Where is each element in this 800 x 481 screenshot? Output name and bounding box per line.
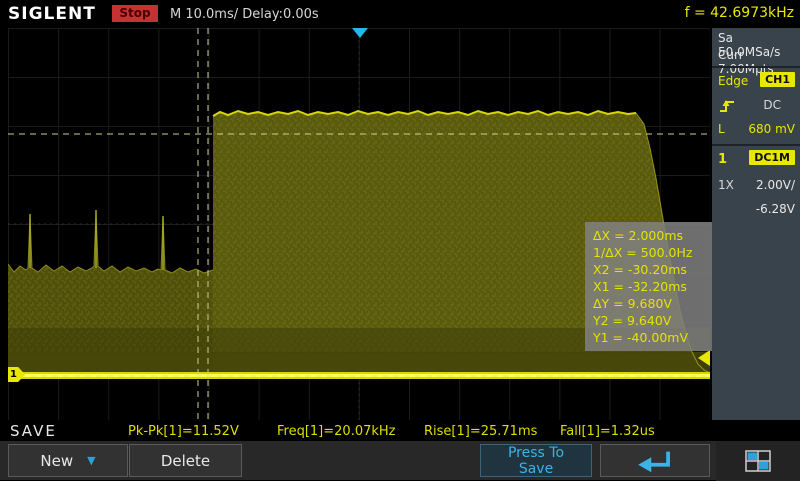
sidebar-divider	[712, 66, 800, 68]
grid-icon	[745, 450, 771, 472]
press-to-save-button[interactable]: Press To Save	[480, 444, 592, 477]
chevron-down-icon: ▼	[87, 454, 96, 467]
cursor-x1: X1 = -32.20ms	[593, 279, 687, 294]
cursor-inv-dx: 1/ΔX = 500.0Hz	[593, 245, 693, 260]
measurement-rise: Rise[1]=25.71ms	[424, 424, 538, 439]
channel-offset[interactable]: -6.28V	[756, 202, 795, 216]
oscilloscope-screen: SIGLENT Stop M 10.0ms/ Delay:0.00s f = 4…	[0, 0, 800, 481]
cursor-readout-box: ΔX = 2.000ms 1/ΔX = 500.0Hz X2 = -30.20m…	[585, 222, 725, 351]
trigger-source-chip[interactable]: CH1	[760, 72, 795, 87]
trigger-coupling-row: DC	[718, 98, 795, 116]
measurement-fall: Fall[1]=1.32us	[560, 424, 655, 439]
trigger-level-row: L 680 mV	[718, 122, 795, 140]
active-menu-label: SAVE	[10, 422, 57, 440]
frequency-counter: f = 42.6973kHz	[684, 5, 794, 21]
softkey-menu-bar: New ▼ Delete Press To Save	[0, 440, 800, 481]
rising-edge-icon	[718, 98, 736, 114]
memory-depth-readout: Curr 7.00Mpts	[718, 48, 774, 76]
waveform-display[interactable]: 1 ΔX = 2.000ms 1/ΔX = 500.0Hz X2 = -30.2…	[8, 28, 725, 420]
status-bar: SAVE Pk-Pk[1]=11.52V Freq[1]=20.07kHz Ri…	[0, 420, 800, 440]
delete-button-label: Delete	[160, 451, 211, 470]
channel-offset-row: -6.28V	[718, 202, 795, 220]
new-button[interactable]: New ▼	[8, 444, 128, 477]
trigger-mode-row: Edge CH1	[718, 72, 795, 92]
trigger-level-value: 680 mV	[748, 122, 795, 136]
sample-rate-readout: Sa 50.0MSa/s	[718, 31, 781, 59]
save-button-line2: Save	[518, 460, 554, 477]
right-sidebar: Sa 50.0MSa/s Curr 7.00Mpts Edge CH1 DC L…	[712, 28, 800, 422]
trigger-level-label: L	[718, 122, 725, 136]
new-button-label: New	[40, 451, 74, 470]
measurement-pkpk: Pk-Pk[1]=11.52V	[128, 424, 239, 439]
back-button[interactable]	[600, 444, 710, 477]
measurement-freq: Freq[1]=20.07kHz	[277, 424, 396, 439]
channel-number[interactable]: 1	[718, 152, 727, 167]
trigger-mode-label[interactable]: Edge	[718, 74, 748, 88]
menu-toggle-button[interactable]	[716, 441, 800, 481]
volts-per-div[interactable]: 2.00V/	[756, 178, 795, 192]
trigger-coupling-label[interactable]: DC	[763, 98, 781, 112]
timebase-readout[interactable]: M 10.0ms/ Delay:0.00s	[170, 7, 319, 22]
sidebar-divider	[712, 144, 800, 146]
run-state-badge[interactable]: Stop	[112, 5, 158, 22]
delete-button[interactable]: Delete	[129, 444, 242, 477]
save-button-line1: Press To	[507, 444, 565, 461]
cursor-x2: X2 = -30.20ms	[593, 262, 687, 277]
return-arrow-icon	[633, 447, 677, 475]
channel-scale-row: 1X 2.00V/	[718, 178, 795, 196]
channel-coupling-row: 1 DC1M	[718, 150, 795, 170]
cursor-dx: ΔX = 2.000ms	[593, 228, 684, 243]
brand-logo: SIGLENT	[8, 4, 96, 24]
top-bar: SIGLENT Stop M 10.0ms/ Delay:0.00s f = 4…	[0, 0, 800, 28]
channel-coupling-chip[interactable]: DC1M	[749, 150, 795, 165]
cursor-y1: Y1 = -40.00mV	[593, 330, 689, 345]
cursor-y2: Y2 = 9.640V	[593, 313, 672, 328]
probe-attenuation: 1X	[718, 178, 734, 192]
cursor-dy: ΔY = 9.680V	[593, 296, 672, 311]
